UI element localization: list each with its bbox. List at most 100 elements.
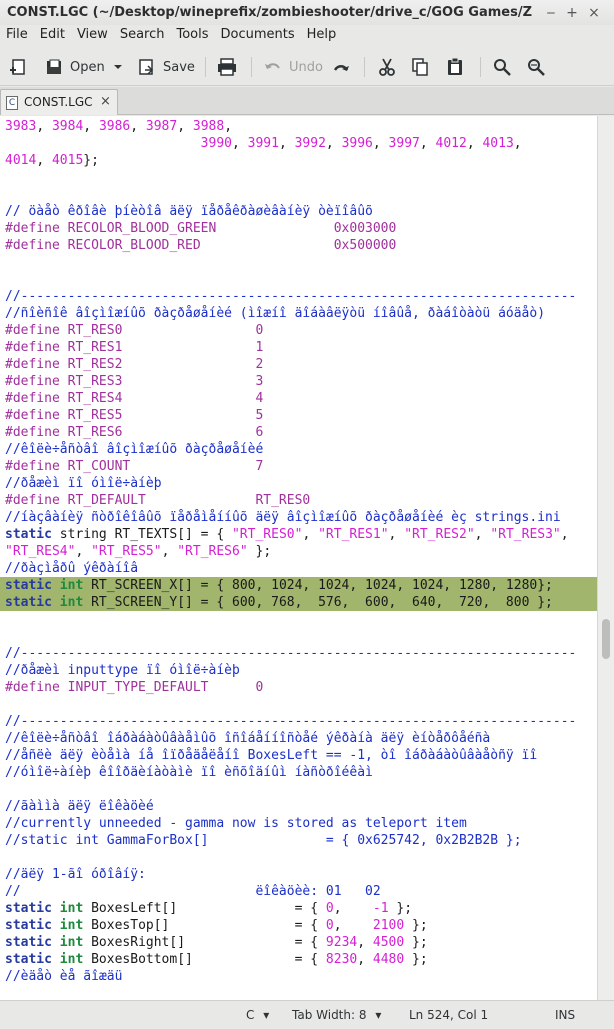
code-token: "RT_RES6" <box>177 544 248 559</box>
code-token: , <box>83 119 99 134</box>
menu-view[interactable]: View <box>71 25 114 45</box>
code-line: #define RT_RES0 0 <box>5 322 263 339</box>
code-token: }; <box>404 935 428 950</box>
code-token: //--------------------------------------… <box>5 714 577 729</box>
code-token: 3992 <box>294 136 326 151</box>
cut-button[interactable] <box>377 54 397 80</box>
code-token: static <box>5 595 52 610</box>
toolbar-separator <box>364 57 365 77</box>
code-line: #define RT_RES3 3 <box>5 373 263 390</box>
find-replace-button[interactable] <box>526 54 546 80</box>
menu-search[interactable]: Search <box>114 25 171 45</box>
tab-close-button[interactable]: × <box>100 94 111 109</box>
undo-button[interactable]: Undo <box>263 54 323 80</box>
menu-edit[interactable]: Edit <box>34 25 71 45</box>
code-token: 3990 <box>200 136 232 151</box>
code-token: #define RT_DEFAULT RT_RES0 <box>5 493 311 508</box>
code-token: #define RT_RES3 3 <box>5 374 264 389</box>
code-token: BoxesBottom[] = { <box>83 952 326 967</box>
code-token: , <box>231 136 248 151</box>
code-token: 4012 <box>435 136 467 151</box>
code-token: , <box>357 935 373 950</box>
code-line: static int BoxesRight[] = { 9234, 4500 }… <box>5 934 428 951</box>
code-token: "RT_RES0" <box>231 527 303 542</box>
folder-icon <box>47 59 61 74</box>
code-line: #define RT_COUNT 7 <box>5 458 263 475</box>
print-button[interactable] <box>216 54 238 80</box>
clipboard-icon <box>448 57 462 75</box>
minimize-button[interactable]: ‒ <box>541 3 561 23</box>
code-token: , <box>560 527 569 542</box>
save-button[interactable]: Save <box>137 54 195 80</box>
code-line: //ðåæèì inputtype ïî óìîë÷àíèþ <box>5 662 240 679</box>
code-token: #define RT_COUNT 7 <box>5 459 264 474</box>
copy-button[interactable] <box>410 54 430 80</box>
code-line: //íàçâàíèÿ ñòðîêîâûõ ïåðåìåííûõ äëÿ âîçì… <box>5 509 561 526</box>
maximize-button[interactable]: + <box>562 3 582 23</box>
code-token: //ãàììà äëÿ ëîêàöèé <box>5 799 154 814</box>
tab-width-selector[interactable]: Tab Width: 8 ▾ <box>292 1008 381 1022</box>
code-token: , <box>372 136 389 151</box>
code-line: //--------------------------------------… <box>5 713 576 730</box>
recent-files-dropdown[interactable] <box>112 54 124 80</box>
paste-button[interactable] <box>445 54 465 80</box>
code-token: #define RT_RES2 2 <box>5 357 264 372</box>
menu-documents[interactable]: Documents <box>215 25 301 45</box>
code-token: static <box>5 527 52 542</box>
undo-icon <box>265 63 280 69</box>
toolbar: Open Save Undo <box>0 48 614 86</box>
close-window-button[interactable]: × <box>584 3 604 23</box>
code-token: 3991 <box>247 136 279 151</box>
copy-icon <box>412 58 428 76</box>
scissors-icon <box>379 58 395 76</box>
code-token: #define RECOLOR_BLOOD_RED 0x500000 <box>5 238 397 253</box>
code-line: static int BoxesBottom[] = { 8230, 4480 … <box>5 951 428 968</box>
redo-icon <box>333 65 349 71</box>
scrollbar-thumb[interactable] <box>602 619 610 659</box>
menu-tools[interactable]: Tools <box>170 25 214 45</box>
vertical-scrollbar[interactable] <box>597 116 614 1000</box>
toolbar-separator <box>205 57 206 77</box>
window-title: CONST.LGC (~/Desktop/wineprefix/zombiesh… <box>7 5 532 20</box>
code-line: //åñëè äëÿ èòåìà íå îïðåäåëåíî BoxesLeft… <box>5 747 537 764</box>
code-token: static <box>5 935 52 950</box>
search-replace-icon <box>528 59 545 76</box>
code-token: //êîëè÷åñòâî âîçìîæíûõ ðàçðåøåíèé <box>5 442 264 457</box>
redo-button[interactable] <box>331 54 351 80</box>
code-token: -1 <box>372 901 389 916</box>
code-token: "RT_RES1" <box>318 527 389 542</box>
language-label: C <box>246 1008 255 1022</box>
code-token: , <box>36 153 52 168</box>
document-tab-bar: C CONST.LGC × <box>0 87 614 115</box>
menu-file[interactable]: File <box>0 25 34 45</box>
code-token: //ñîèñîê âîçìîæíûõ ðàçðåøåíèé (ìîæíî äîá… <box>5 306 546 321</box>
insert-mode: INS <box>555 1008 576 1022</box>
code-line: #define RT_RES6 6 <box>5 424 263 441</box>
code-line: //ðàçìåðû ýêðàíîâ <box>5 560 138 577</box>
code-token: 4500 <box>372 935 405 950</box>
code-token: //ðåæèì inputtype ïî óìîë÷àíèþ <box>5 663 240 678</box>
printer-icon <box>218 58 236 76</box>
toolbar-separator <box>251 57 252 77</box>
code-line: 4014, 4015}; <box>5 152 99 169</box>
code-token: string RT_TEXTS[] = { <box>51 527 232 542</box>
open-button[interactable]: Open <box>44 54 105 80</box>
code-token: int <box>59 901 84 916</box>
code-token: "RT_RES2" <box>404 527 475 542</box>
find-button[interactable] <box>492 54 512 80</box>
code-line: // öàåò êðîâè þíèòîâ äëÿ ïåðåêðàøèâàíèÿ … <box>5 203 373 220</box>
new-document-button[interactable] <box>8 54 28 80</box>
code-token: }; <box>247 544 272 559</box>
code-line: //êîëè÷åñòâî âîçìîæíûõ ðàçðåøåíèé <box>5 441 263 458</box>
undo-label: Undo <box>289 59 323 75</box>
code-token: //ðàçìåðû ýêðàíîâ <box>5 561 139 576</box>
code-line: static int RT_SCREEN_Y[] = { 600, 768, 5… <box>5 594 553 611</box>
cursor-position: Ln 524, Col 1 <box>409 1008 489 1022</box>
save-label: Save <box>163 59 195 75</box>
code-token: "RT_RES3" <box>490 527 561 542</box>
tab-const-lgc[interactable]: C CONST.LGC × <box>0 89 118 115</box>
code-editor[interactable]: 3983, 3984, 3986, 3987, 3988, 3990, 3991… <box>0 116 597 1000</box>
language-selector[interactable]: C ▾ <box>246 1008 269 1022</box>
menu-help[interactable]: Help <box>301 25 343 45</box>
